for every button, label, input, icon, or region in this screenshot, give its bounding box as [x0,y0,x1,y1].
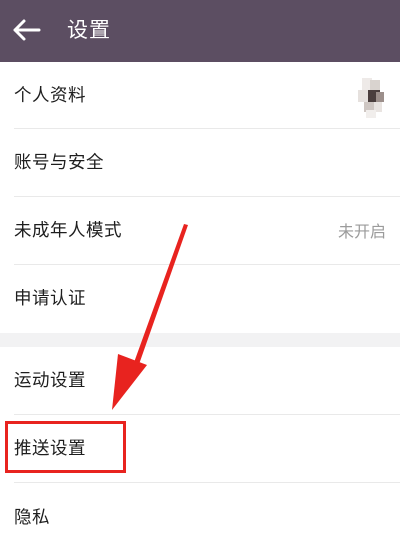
red-arrow-icon [112,224,188,410]
settings-screen: 设置 个人资料 账号与安全 未成年人模式 未开启 申请认证 运动设置 推送设置 … [0,0,400,546]
